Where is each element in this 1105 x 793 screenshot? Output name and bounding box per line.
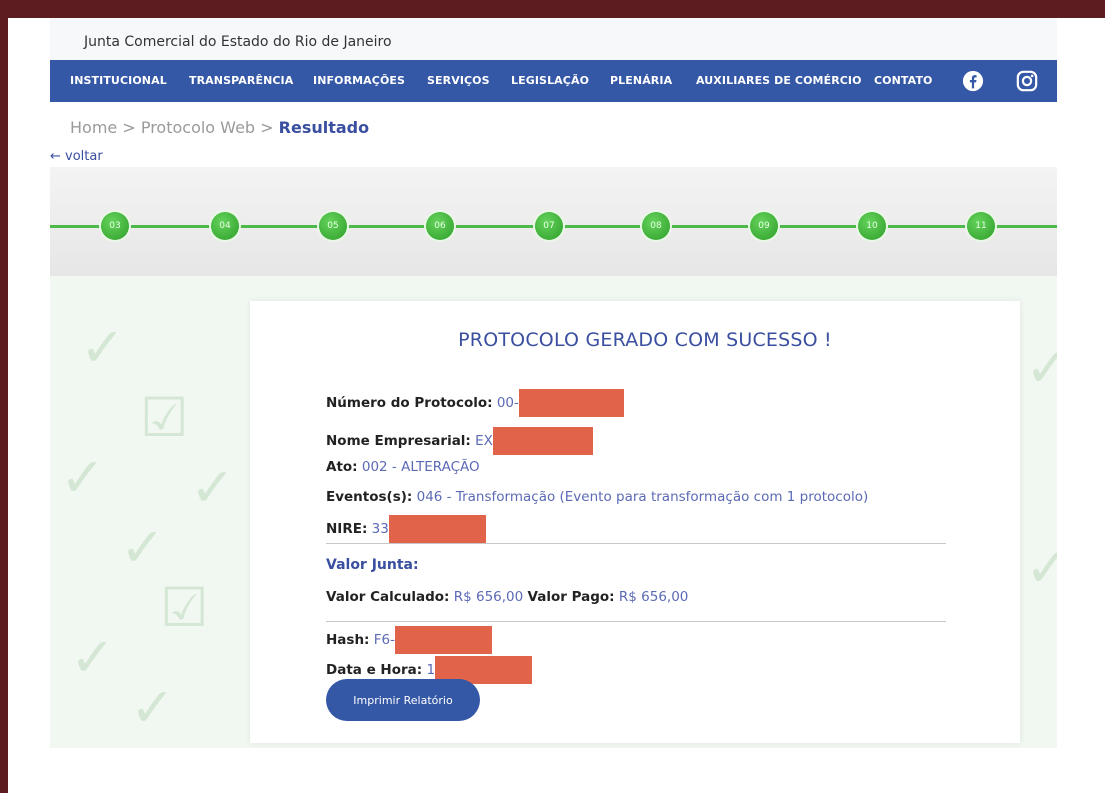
breadcrumb-current: Resultado	[278, 118, 370, 137]
checkmark-icon: ✓	[80, 316, 126, 379]
field-label: Eventos(s):	[326, 489, 413, 505]
nav-item-institucional[interactable]: INSTITUCIONAL	[70, 74, 167, 87]
divider	[326, 621, 946, 622]
checkmark-icon: ✓	[1025, 336, 1057, 399]
redaction-block	[492, 427, 593, 455]
site-title-bar: Junta Comercial do Estado do Rio de Jane…	[50, 18, 1057, 60]
breadcrumb-home[interactable]: Home	[70, 118, 117, 137]
facebook-icon[interactable]	[962, 70, 984, 92]
field-label: Valor Pago:	[527, 589, 615, 605]
page: Junta Comercial do Estado do Rio de Jane…	[8, 18, 1105, 793]
nav-item-plenaria[interactable]: PLENÁRIA	[610, 74, 672, 87]
nav-item-auxiliares-de-comercio[interactable]: AUXILIARES DE COMÉRCIO	[696, 74, 862, 87]
step-06: 06	[426, 212, 454, 240]
checkmark-icon: ☑	[140, 386, 189, 449]
checkmark-icon: ✓	[190, 456, 236, 519]
nav-item-informacoes[interactable]: INFORMAÇÕES	[313, 74, 405, 87]
checkmark-icon: ☑	[160, 576, 209, 639]
field-label: Hash:	[326, 632, 370, 648]
redaction-block	[394, 626, 492, 654]
field-ato: Ato: 002 - ALTERAÇÃO	[326, 459, 480, 475]
field-value: 33	[371, 521, 389, 537]
nav-item-transparencia[interactable]: TRANSPARÊNCIA	[189, 74, 293, 87]
field-nome-empresarial: Nome Empresarial: EX	[326, 427, 593, 455]
step-04: 04	[211, 212, 239, 240]
nav-item-contato[interactable]: CONTATO	[874, 74, 933, 87]
field-label: Número do Protocolo:	[326, 395, 493, 411]
step-09: 09	[750, 212, 778, 240]
step-03: 03	[101, 212, 129, 240]
field-label: Data e Hora:	[326, 662, 423, 678]
print-report-button[interactable]: Imprimir Relatório	[326, 679, 480, 721]
field-value: 00-	[496, 395, 519, 411]
field-nire: NIRE: 33	[326, 515, 486, 543]
step-10: 10	[858, 212, 886, 240]
checkmark-icon: ✓	[130, 676, 176, 739]
checkmark-icon: ✓	[60, 446, 106, 509]
back-link[interactable]: ← voltar	[50, 149, 103, 164]
main-nav: INSTITUCIONAL TRANSPARÊNCIA INFORMAÇÕES …	[50, 60, 1057, 102]
breadcrumb-protocolo-web[interactable]: Protocolo Web	[141, 118, 255, 137]
step-05: 05	[319, 212, 347, 240]
nav-item-servicos[interactable]: SERVIÇOS	[427, 74, 490, 87]
checkmark-icon: ✓	[1025, 536, 1057, 599]
step-08: 08	[642, 212, 670, 240]
site-title: Junta Comercial do Estado do Rio de Jane…	[84, 34, 392, 50]
field-value: R$ 656,00	[618, 589, 689, 605]
divider	[326, 543, 946, 544]
breadcrumb: Home > Protocolo Web > Resultado	[70, 118, 369, 137]
field-label: NIRE:	[326, 521, 368, 537]
redaction-block	[518, 389, 624, 417]
step-11: 11	[967, 212, 995, 240]
checkmark-icon: ✓	[120, 516, 166, 579]
field-value: EX	[475, 433, 493, 449]
field-label: Nome Empresarial:	[326, 433, 471, 449]
field-numero-protocolo: Número do Protocolo: 00-	[326, 389, 624, 417]
valor-junta-heading: Valor Junta:	[326, 557, 419, 573]
field-value: 1	[426, 662, 436, 678]
field-hash: Hash: F6-	[326, 626, 492, 654]
progress-steps: 03 04 05 06 07 08 09 10 11	[50, 167, 1057, 276]
field-value: 002 - ALTERAÇÃO	[361, 459, 480, 475]
redaction-block	[388, 515, 486, 543]
breadcrumb-separator: >	[117, 118, 141, 137]
field-label: Valor Calculado:	[326, 589, 450, 605]
field-value: R$ 656,00	[453, 589, 524, 605]
field-valores: Valor Calculado: R$ 656,00 Valor Pago: R…	[326, 589, 688, 605]
field-eventos: Eventos(s): 046 - Transformação (Evento …	[326, 489, 868, 505]
field-label: Ato:	[326, 459, 358, 475]
checkmark-icon: ✓	[70, 626, 116, 689]
nav-item-legislacao[interactable]: LEGISLAÇÃO	[511, 74, 589, 87]
result-card: PROTOCOLO GERADO COM SUCESSO ! Número do…	[250, 301, 1020, 743]
breadcrumb-separator: >	[255, 118, 279, 137]
field-value: 046 - Transformação (Evento para transfo…	[416, 489, 869, 505]
step-07: 07	[535, 212, 563, 240]
instagram-icon[interactable]	[1016, 70, 1038, 92]
field-value: F6-	[373, 632, 395, 648]
result-title: PROTOCOLO GERADO COM SUCESSO !	[458, 329, 832, 351]
